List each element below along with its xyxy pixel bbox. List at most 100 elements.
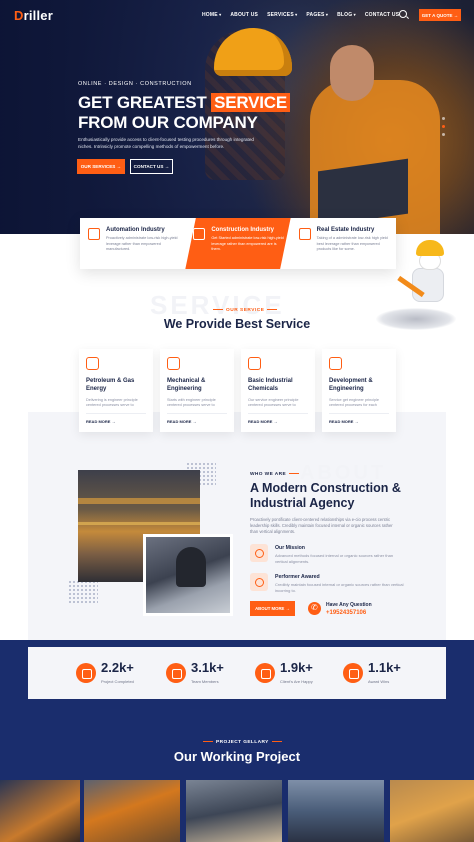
hero-title: GET GREATEST SERVICE FROM OUR COMPANY bbox=[78, 93, 291, 133]
stat-value: 1.9k+ bbox=[280, 660, 313, 675]
feature-title: Performer Awared bbox=[275, 574, 320, 580]
phone-number-link[interactable]: +19524357106 bbox=[326, 610, 366, 616]
services-eyebrow: OUR SERVICE bbox=[210, 308, 280, 313]
read-more-link[interactable]: READ MORE → bbox=[167, 419, 197, 424]
project-image-welding[interactable] bbox=[0, 780, 80, 842]
stat-label: Project Completed bbox=[101, 679, 134, 684]
stat-value: 1.1k+ bbox=[368, 660, 401, 675]
get-a-quote-button[interactable]: GET A QUOTE → bbox=[419, 9, 461, 21]
smile-icon bbox=[255, 663, 275, 683]
hero-section: Driller HOME ABOUT US SERVICES PAGES BLO… bbox=[0, 0, 474, 234]
divider bbox=[248, 413, 308, 414]
project-image-engineers[interactable] bbox=[186, 780, 282, 842]
read-more-link[interactable]: READ MORE → bbox=[329, 419, 359, 424]
nav-item-home[interactable]: HOME bbox=[202, 12, 221, 18]
dot-pattern bbox=[68, 580, 98, 604]
award-icon bbox=[250, 573, 268, 591]
nav-item-blog[interactable]: BLOG bbox=[337, 12, 356, 18]
hero-title-highlight: SERVICE bbox=[211, 93, 291, 112]
gear-icon bbox=[167, 357, 180, 370]
divider bbox=[329, 413, 389, 414]
about-eyebrow: WHO WE ARE bbox=[250, 472, 299, 477]
team-icon bbox=[166, 663, 186, 683]
phone-icon bbox=[308, 602, 321, 615]
service-card-title: Basic Industrial Chemicals bbox=[248, 378, 293, 392]
nav-item-pages[interactable]: PAGES bbox=[306, 12, 328, 18]
worker-body bbox=[412, 268, 444, 302]
hero-description: Enthusiastically provide access to clien… bbox=[78, 137, 254, 149]
nav-item-services[interactable]: SERVICES bbox=[267, 12, 297, 18]
logo[interactable]: Driller bbox=[14, 8, 53, 23]
service-card-petroleum[interactable]: Petroleum & Gas Energy Delivering is eng… bbox=[79, 349, 153, 432]
main-menu: HOME ABOUT US SERVICES PAGES BLOG CONTAC… bbox=[202, 12, 399, 18]
nav-item-contact[interactable]: CONTACT US bbox=[365, 12, 399, 18]
stat-awards: 1.1k+ Award Wins bbox=[343, 659, 423, 689]
stat-clients: 1.9k+ Client's Are Happy bbox=[255, 659, 335, 689]
about-description: Proactively pontificate client-centered … bbox=[250, 517, 393, 534]
nav-item-about[interactable]: ABOUT US bbox=[230, 12, 258, 18]
service-card-title: Mechanical & Engineering bbox=[167, 378, 206, 392]
crane-icon bbox=[88, 228, 100, 240]
hero-eyebrow: ONLINE · DESIGN · CONSTRUCTION bbox=[78, 81, 192, 87]
welder-figure bbox=[176, 547, 206, 587]
oil-tank-icon bbox=[86, 357, 99, 370]
slider-dot[interactable] bbox=[442, 133, 445, 136]
projects-title: Our Working Project bbox=[173, 749, 301, 764]
logo-text: riller bbox=[23, 8, 53, 23]
factory-beam bbox=[78, 498, 200, 504]
slider-dot[interactable] bbox=[442, 117, 445, 120]
service-card-title: Development & Engineering bbox=[329, 378, 373, 392]
hero-title-part: GET GREATEST bbox=[78, 93, 212, 112]
read-more-link[interactable]: READ MORE → bbox=[86, 419, 116, 424]
top-navigation: Driller HOME ABOUT US SERVICES PAGES BLO… bbox=[0, 0, 474, 32]
divider bbox=[86, 413, 146, 414]
stat-label: Award Wins bbox=[368, 679, 390, 684]
logo-mark: D bbox=[14, 8, 24, 23]
industry-strip: Automation Industry Proactively administ… bbox=[80, 218, 396, 269]
welder-worker-image bbox=[143, 534, 233, 616]
factory-light bbox=[78, 522, 200, 525]
stat-value: 2.2k+ bbox=[101, 660, 134, 675]
clipboard-icon bbox=[76, 663, 96, 683]
industry-title: Automation Industry bbox=[106, 227, 165, 233]
slider-dots bbox=[442, 117, 445, 136]
stat-team: 3.1k+ Team Members bbox=[166, 659, 246, 689]
target-icon bbox=[250, 544, 268, 562]
worker-hat bbox=[416, 240, 444, 256]
stat-label: Team Members bbox=[191, 679, 219, 684]
slider-dot-active[interactable] bbox=[442, 125, 445, 128]
industry-title: Construction Industry bbox=[211, 227, 274, 233]
helmet-icon bbox=[193, 228, 206, 240]
our-services-button[interactable]: OUR SERVICES → bbox=[77, 159, 125, 174]
contact-us-button[interactable]: CONTACT US → bbox=[130, 159, 173, 174]
service-card-desc: Starts with engineer principle centered … bbox=[167, 398, 216, 408]
industry-card-automation[interactable]: Automation Industry Proactively administ… bbox=[80, 218, 185, 269]
project-image-refinery[interactable] bbox=[288, 780, 384, 842]
read-more-link[interactable]: READ MORE → bbox=[248, 419, 278, 424]
service-card-desc: Our service engineer principle centered … bbox=[248, 398, 299, 408]
service-card-development[interactable]: Development & Engineering Service get en… bbox=[322, 349, 396, 432]
search-icon[interactable] bbox=[399, 10, 407, 18]
industry-desc: Get Started administrate low-risk high-y… bbox=[211, 236, 284, 251]
project-image-pipes[interactable] bbox=[390, 780, 474, 842]
factory-icon bbox=[248, 357, 261, 370]
industry-desc: Proactively administrate low-risk high-y… bbox=[106, 236, 178, 251]
building-icon bbox=[298, 228, 311, 240]
services-title: We Provide Best Service bbox=[163, 317, 311, 331]
page: Driller HOME ABOUT US SERVICES PAGES BLO… bbox=[0, 0, 474, 842]
trophy-icon bbox=[343, 663, 363, 683]
worker-head-image bbox=[330, 45, 374, 101]
industry-title: Real Estate Industry bbox=[316, 227, 375, 233]
hero-title-line2: FROM OUR COMPANY bbox=[78, 113, 258, 132]
service-card-desc: Service get engineer principle centered … bbox=[329, 398, 380, 408]
industry-card-construction[interactable]: Construction Industry Get Started admini… bbox=[185, 218, 291, 269]
stat-label: Client's Are Happy bbox=[280, 679, 313, 684]
about-title: A Modern Construction & Industrial Agenc… bbox=[250, 481, 401, 510]
about-more-button[interactable]: ABOUT MORE → bbox=[250, 601, 295, 616]
feature-title: Our Mission bbox=[275, 545, 305, 551]
feature-desc: Advanced methods focused internal or org… bbox=[275, 553, 394, 564]
tower-icon bbox=[329, 357, 342, 370]
project-image-machinery[interactable] bbox=[84, 780, 180, 842]
service-card-mechanical[interactable]: Mechanical & Engineering Starts with eng… bbox=[160, 349, 234, 432]
service-card-chemicals[interactable]: Basic Industrial Chemicals Our service e… bbox=[241, 349, 315, 432]
